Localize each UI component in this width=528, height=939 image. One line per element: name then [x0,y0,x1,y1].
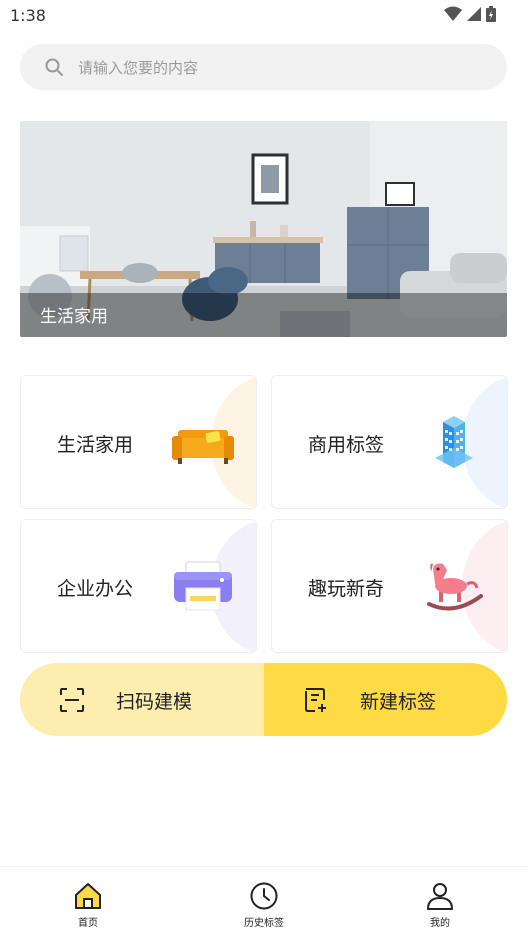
battery-icon [486,6,496,22]
tab-label: 首页 [78,918,98,929]
tab-profile[interactable]: 我的 [352,867,528,939]
category-card-home[interactable]: 生活家用 [20,375,257,509]
search-bar[interactable]: 请输入您要的内容 [20,44,507,90]
tab-home[interactable]: 首页 [0,867,176,939]
tab-label: 我的 [430,918,450,929]
printer-icon [174,561,232,611]
rocking-horse-icon [427,563,483,611]
category-card-commercial[interactable]: 商用标签 [271,375,508,509]
category-card-office[interactable]: 企业办公 [20,519,257,653]
user-icon [427,883,453,910]
sofa-icon [172,430,234,464]
new-label-button[interactable]: 新建标签 [264,663,507,736]
category-label: 企业办公 [57,578,134,600]
scan-model-button[interactable]: 扫码建模 [20,663,264,736]
tab-label: 历史标签 [244,918,284,929]
action-bar: 扫码建模 新建标签 [20,663,507,736]
category-label: 商用标签 [308,434,385,456]
new-label-label: 新建标签 [360,691,437,713]
category-label: 趣玩新奇 [308,578,385,600]
banner-caption-overlay: 生活家用 [20,293,507,337]
status-time: 1:38 [10,6,46,25]
category-card-fun[interactable]: 趣玩新奇 [271,519,508,653]
status-icons [444,6,496,22]
building-icon [435,416,473,468]
banner-caption: 生活家用 [40,307,108,327]
scan-icon [60,688,84,712]
scan-model-label: 扫码建模 [116,691,193,713]
new-label-icon [305,688,326,712]
search-input[interactable]: 请输入您要的内容 [78,57,198,78]
clock-icon [250,882,278,910]
wifi-icon [444,6,462,21]
banner-carousel[interactable]: 生活家用 [20,121,507,337]
search-icon [45,58,63,76]
status-bar: 1:38 [0,0,528,32]
signal-icon [467,7,481,21]
bottom-tab-bar: 首页 历史标签 我的 [0,866,528,939]
tab-history[interactable]: 历史标签 [176,867,352,939]
category-label: 生活家用 [57,434,134,456]
home-icon [75,883,101,909]
